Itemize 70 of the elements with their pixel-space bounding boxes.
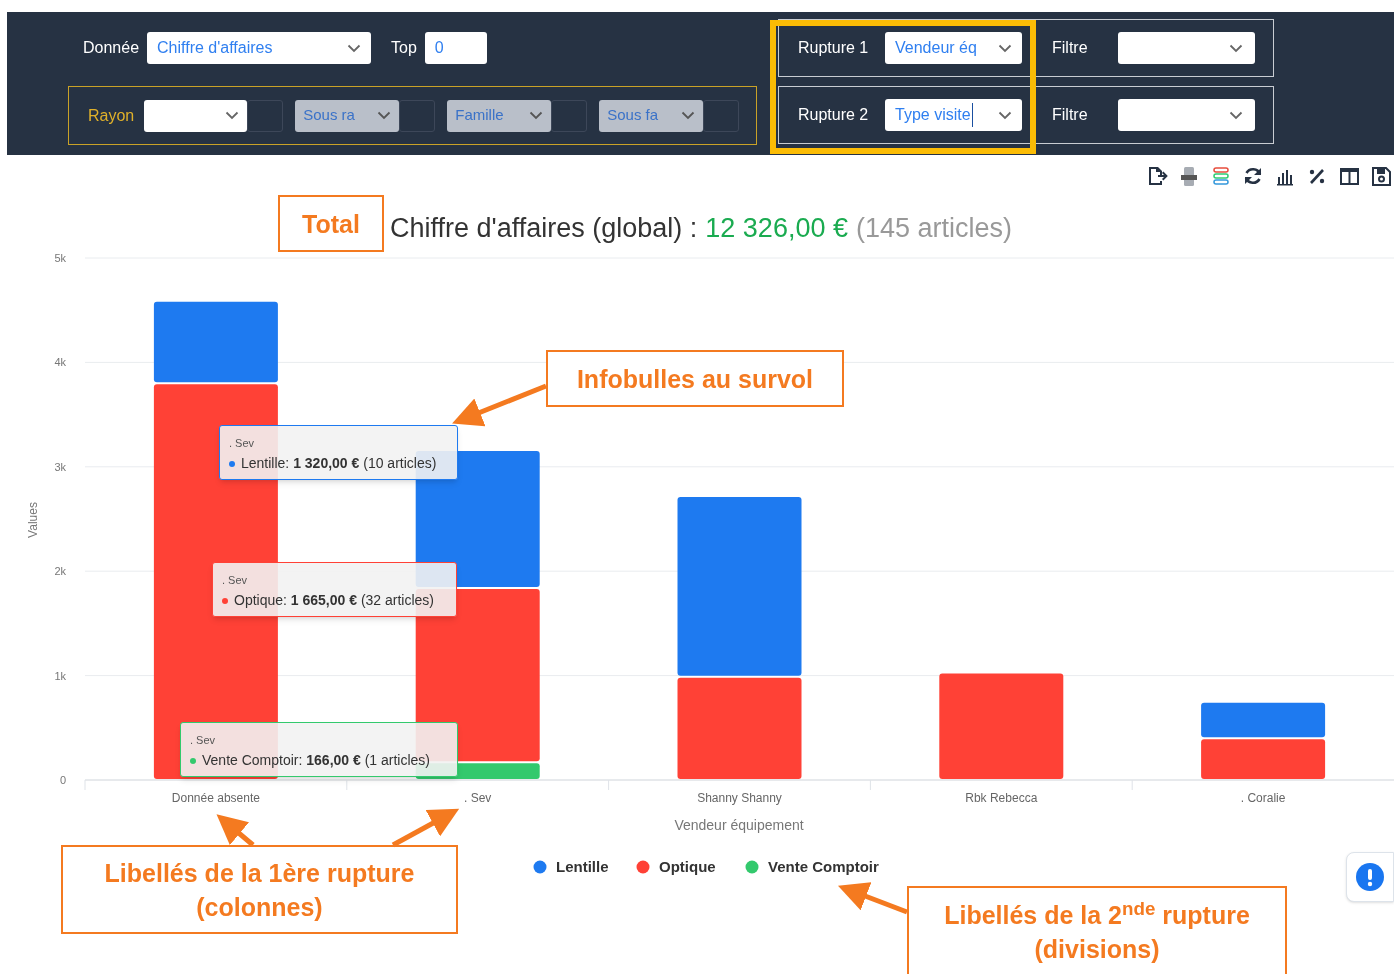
x-category-label: Shanny Shanny [697,791,782,805]
chevron-icon [347,43,362,53]
save-icon[interactable] [1370,165,1392,187]
y-tick-label: 0 [59,774,66,786]
annotation-arrow [838,882,908,915]
filter-label: Filtre [1052,38,1089,58]
legend-label: Optique [659,858,716,875]
tooltip-value: Lentille: 1 320,00 € (10 articles) [241,454,437,473]
legend-dot [745,860,759,874]
y-tick-label: 1k [54,669,66,682]
exclamation-icon [1355,862,1385,892]
tooltip-category: . Sev [229,437,256,450]
y-tick-label: 4k [54,356,66,369]
tooltip-category: . Sev [222,574,249,587]
tooltip-value: Optique: 1 665,00 € (32 articles) [234,591,435,610]
x-category-label: . Coralie [1240,791,1286,805]
value-field[interactable] [551,99,588,132]
annotation-callout: Libellés de la 2$^{nde}$ rupture (divisions) [907,886,1287,974]
dropdown: Famille [447,99,552,132]
help-button[interactable] [1346,852,1394,902]
chevron-icon [1229,110,1243,120]
rupture-label: Rupture 1 [798,38,870,58]
value-field[interactable] [247,99,284,132]
rupture-select[interactable]: Type visite [885,99,1022,131]
y-axis-title: Values [26,502,40,538]
chevron-icon [681,111,696,120]
donnee-label: Donnée [83,38,140,58]
chevron-icon [377,111,392,120]
rayon-label: Rayon [88,105,135,126]
dropdown[interactable] [144,99,248,132]
legend-dot [533,860,547,874]
chevron-icon [998,43,1012,53]
x-category-label: Donnée absente [171,791,260,805]
annotation-callout: Infobulles au survol [546,350,844,407]
donnee-select[interactable]: Chiffre d'affaires [147,32,372,64]
annotation-arrow [391,808,460,848]
annotation-callout: Total [278,195,384,252]
columns-icon[interactable] [1338,165,1360,187]
annotation-callout: Libellés de la 1ère rupture (colonnes) [61,845,458,934]
x-axis-title: Vendeur équipement [674,817,804,833]
top-input[interactable]: 0 [424,32,487,64]
refresh-icon[interactable] [1242,165,1264,187]
export-icon[interactable] [1146,165,1168,187]
x-category-label: . Sev [464,791,492,805]
annotation-arrow [216,814,255,847]
value-field[interactable] [399,99,436,132]
value-field[interactable] [703,99,740,132]
chevron-icon [225,111,240,120]
tooltip-value: Vente Comptoir: 166,00 € (1 articles) [202,751,430,770]
tooltip-category: . Sev [190,734,217,747]
total-amount: 12 326,00 € [705,211,848,245]
stack-icon[interactable] [1210,165,1232,187]
dropdown: Sous fa [599,99,704,132]
legend-dot [636,860,650,874]
y-tick-label: 3k [54,460,66,473]
y-tick-label: 5k [54,252,66,264]
chart-title: Chiffre d'affaires (global) : [390,211,698,245]
chevron-icon [529,111,544,120]
filter-label: Filtre [1052,105,1089,125]
x-category-label: Rbk Rebecca [965,791,1038,805]
rupture-label: Rupture 2 [798,105,870,125]
dropdown: Sous ra [295,99,400,132]
article-count: (145 articles) [855,211,1012,245]
top-label: Top [391,38,417,58]
y-tick-label: 2k [54,565,66,578]
rupture-select[interactable]: Vendeur éq [885,32,1022,64]
legend-label: Lentille [556,858,609,875]
chevron-icon [1229,43,1243,53]
legend-label: Vente Comptoir [768,858,879,875]
chevron-icon [998,110,1012,120]
